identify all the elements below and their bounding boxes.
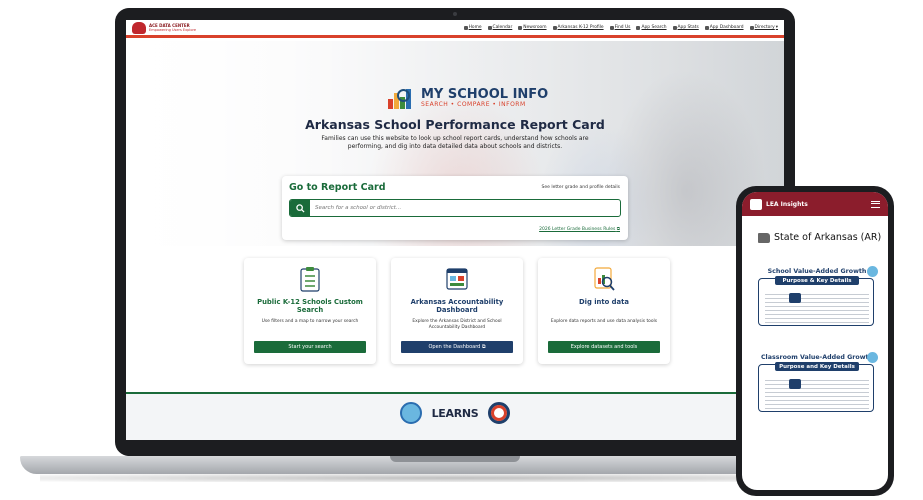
card-title: Public K-12 Schools Custom Search (257, 298, 363, 314)
calendar-icon (487, 25, 492, 30)
tile-title: Classroom Value-Added Growth (760, 354, 874, 361)
dashboard-icon (446, 268, 468, 290)
card-description: Use filters and a map to narrow your sea… (261, 319, 359, 324)
nav-item-directory[interactable]: Directory ▾ (749, 25, 778, 30)
state-title: State of Arkansas (AR) (774, 232, 882, 243)
open-dashboard-button[interactable]: Open the Dashboard ⧉ (401, 341, 513, 353)
tile-infographic: Purpose & Key Details (758, 276, 874, 326)
top-navigation: ACE DATA CENTER Empowering Users Explore… (126, 20, 784, 38)
nav-item-label: Newsroom (523, 25, 547, 30)
nav-item-label: Calendar (492, 25, 513, 30)
nav-item-label: App Search (641, 25, 667, 30)
phone-header: LEA Insights (742, 192, 888, 216)
tile-band: Purpose and Key Details (775, 362, 859, 371)
nav-item-app-dashboard[interactable]: App Dashboard (704, 25, 744, 30)
hero-banner: MY SCHOOL INFO SEARCH • COMPARE • INFORM… (126, 41, 784, 246)
arkansas-map-icon (758, 232, 770, 243)
stats-icon (672, 25, 677, 30)
infographic-figure-icon (789, 379, 801, 389)
nav-item-label: App Dashboard (709, 25, 744, 30)
start-search-button[interactable]: Start your search (254, 341, 366, 353)
department-seal-logo[interactable] (488, 402, 511, 424)
infographic-figure-icon (789, 293, 801, 303)
card-custom-search: Public K-12 Schools Custom Search Use fi… (244, 258, 376, 364)
business-rules-link[interactable]: 2026 Letter Grade Business Rules ⧉ (539, 226, 620, 232)
search-icon (295, 203, 305, 213)
map-pin-icon (609, 25, 614, 30)
card-accountability-dashboard: Arkansas Accountability Dashboard Explor… (391, 258, 523, 364)
dashboard-icon (704, 25, 709, 30)
page-description: Families can use this website to look up… (321, 135, 589, 150)
laptop-screen: ACE DATA CENTER Empowering Users Explore… (126, 20, 784, 440)
nav-item-app-search[interactable]: App Search (636, 25, 667, 30)
info-icon (867, 352, 878, 363)
site-logo: MY SCHOOL INFO SEARCH • COMPARE • INFORM (388, 87, 548, 109)
bar-chart-magnifier-icon (388, 87, 418, 109)
magnifier-report-icon (594, 267, 615, 291)
nav-menu: Home Calendar Newsroom Arkansas K-12 Pro… (463, 25, 778, 30)
search-box (289, 199, 621, 217)
external-link-icon: ⧉ (616, 227, 620, 232)
apple-logo-icon (132, 21, 146, 34)
brand-text: ACE DATA CENTER Empowering Users Explore (149, 23, 197, 32)
phone-screen: LEA Insights State of Arkansas (AR) Scho… (742, 192, 888, 490)
learns-logo[interactable]: LEARNS (432, 407, 479, 420)
home-icon (463, 25, 468, 30)
nav-item-find-us[interactable]: Find Us (609, 25, 631, 30)
footer-logos: LEARNS (126, 402, 784, 424)
external-link-icon: ⧉ (481, 344, 486, 350)
state-heading: State of Arkansas (AR) (758, 232, 881, 243)
brand-tagline: Empowering Users Explore (149, 27, 197, 32)
card-dig-into-data: Dig into data Explore data reports and u… (538, 258, 670, 364)
chevron-down-icon: ▾ (775, 25, 778, 30)
tile-infographic: Purpose and Key Details (758, 362, 874, 412)
logo-title: MY SCHOOL INFO (421, 87, 549, 102)
report-card-search-panel: Go to Report Card See letter grade and p… (282, 176, 628, 240)
search-icon (636, 25, 641, 30)
logo-subtitle: SEARCH • COMPARE • INFORM (421, 101, 526, 108)
nav-item-label: App Stats (677, 25, 699, 30)
brand-logo[interactable]: ACE DATA CENTER Empowering Users Explore (132, 21, 197, 34)
nav-item-k12-profile[interactable]: Arkansas K-12 Profile (552, 25, 604, 30)
app-logo-icon (750, 198, 762, 210)
card-description: Explore data reports and use data analys… (550, 319, 658, 324)
infographic-text (765, 291, 869, 323)
card-description: Explore the Arkansas District and School… (412, 319, 502, 330)
search-heading: Go to Report Card (289, 182, 386, 193)
tile-school-growth[interactable]: School Value-Added Growth Purpose & Key … (758, 266, 878, 326)
search-button[interactable] (290, 200, 310, 216)
app-title: LEA Insights (766, 200, 808, 208)
nav-item-home[interactable]: Home (463, 25, 482, 30)
tile-band: Purpose & Key Details (775, 276, 859, 285)
checklist-icon (300, 267, 320, 292)
business-rules-label: 2026 Letter Grade Business Rules (539, 227, 616, 232)
directory-icon (749, 25, 754, 30)
nav-item-label: Directory (754, 25, 775, 30)
nav-item-app-stats[interactable]: App Stats (672, 25, 699, 30)
nav-item-label: Find Us (614, 25, 631, 30)
card-title: Arkansas Accountability Dashboard (410, 298, 504, 314)
page-footer: LEARNS (126, 392, 784, 440)
card-title: Dig into data (579, 298, 629, 306)
page-title: Arkansas School Performance Report Card (305, 117, 605, 132)
logo-text: MY SCHOOL INFO SEARCH • COMPARE • INFORM (421, 88, 548, 108)
profile-icon (552, 25, 557, 30)
letter-grade-details-link[interactable]: See letter grade and profile details (542, 185, 620, 190)
nav-item-newsroom[interactable]: Newsroom (518, 25, 547, 30)
infographic-text (765, 377, 869, 409)
state-seal-logo[interactable] (399, 402, 422, 424)
tile-title: School Value-Added Growth (767, 268, 867, 275)
tile-classroom-growth[interactable]: Classroom Value-Added Growth Purpose and… (758, 352, 878, 412)
newsroom-icon (518, 25, 523, 30)
open-dashboard-label: Open the Dashboard (428, 344, 481, 350)
nav-item-calendar[interactable]: Calendar (487, 25, 513, 30)
explore-datasets-button[interactable]: Explore datasets and tools (548, 341, 660, 353)
search-input[interactable] (310, 205, 610, 211)
info-icon (867, 266, 878, 277)
nav-item-label: Arkansas K-12 Profile (557, 25, 604, 30)
laptop-notch (390, 456, 520, 462)
hamburger-menu-icon[interactable] (871, 200, 880, 208)
nav-item-label: Home (468, 25, 482, 30)
camera-dot (453, 12, 457, 16)
